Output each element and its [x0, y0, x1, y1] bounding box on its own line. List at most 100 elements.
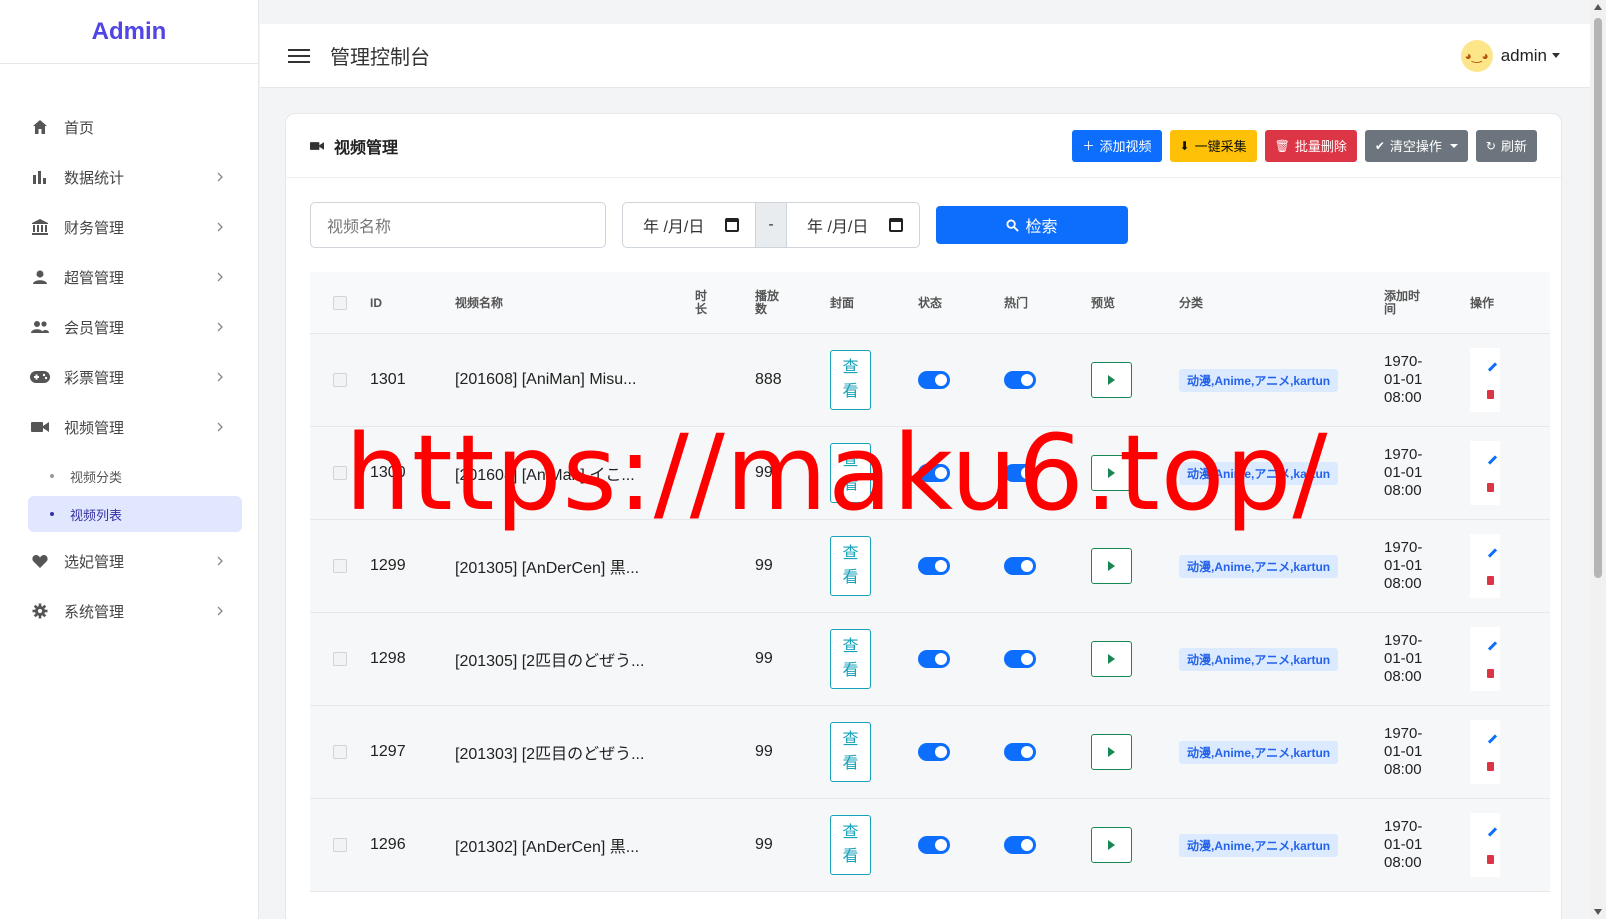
view-cover-button[interactable]: 查看: [830, 722, 871, 782]
hot-toggle[interactable]: [1004, 836, 1036, 854]
edit-icon[interactable]: [1487, 733, 1498, 744]
calendar-icon[interactable]: [889, 218, 903, 232]
sidebar-item-system[interactable]: 系统管理: [0, 586, 258, 636]
refresh-label: 刷新: [1500, 139, 1527, 154]
cell-hot: [1004, 371, 1091, 389]
refresh-icon: ↻: [1485, 138, 1496, 153]
status-toggle[interactable]: [918, 371, 950, 389]
edit-icon[interactable]: [1487, 640, 1498, 651]
delete-icon[interactable]: [1487, 482, 1494, 492]
sidebar-item-concubine[interactable]: 选妃管理: [0, 536, 258, 586]
category-badge: 动漫,Anime,アニメ,kartun: [1179, 368, 1339, 392]
edit-icon[interactable]: [1487, 454, 1498, 465]
search-button[interactable]: 检索: [936, 206, 1128, 244]
view-cover-button[interactable]: 查看: [830, 536, 871, 596]
select-all-checkbox[interactable]: [333, 295, 347, 310]
preview-button[interactable]: [1091, 362, 1132, 398]
end-date-input[interactable]: 年 /月/日: [787, 203, 919, 247]
sidebar-item-label: 首页: [64, 119, 95, 137]
cell-preview: [1091, 362, 1179, 398]
clear-operations-button[interactable]: ✔ 清空操作: [1364, 129, 1468, 162]
row-checkbox[interactable]: [333, 838, 347, 852]
menu-toggle-icon[interactable]: [288, 45, 310, 67]
play-icon: [1108, 561, 1115, 571]
row-checkbox[interactable]: [333, 373, 347, 387]
row-actions: [1470, 627, 1500, 691]
added-date: 1970-: [1384, 446, 1423, 463]
hot-toggle[interactable]: [1004, 557, 1036, 575]
cell-cover: 查看: [830, 629, 918, 689]
cell-preview: [1091, 827, 1179, 863]
search-icon: [1006, 218, 1020, 232]
cell-category: 动漫,Anime,アニメ,kartun: [1179, 554, 1384, 578]
delete-icon[interactable]: [1487, 761, 1494, 771]
cell-id: 1298: [370, 650, 406, 667]
row-actions: [1470, 441, 1500, 505]
start-date-input[interactable]: 年 /月/日: [623, 203, 755, 247]
added-time: 08:00: [1384, 668, 1422, 685]
row-checkbox[interactable]: [333, 745, 347, 759]
edit-icon[interactable]: [1487, 361, 1498, 372]
page-scrollbar[interactable]: [1590, 0, 1606, 919]
sidebar-item-stats[interactable]: 数据统计: [0, 152, 258, 202]
cell-name: [201305] [AnDerCen] 黒...: [455, 560, 640, 577]
cell-ops: [1470, 720, 1500, 784]
watermark-text: https://maku6.top/: [345, 412, 1329, 534]
hot-toggle[interactable]: [1004, 371, 1036, 389]
date-separator: -: [755, 203, 787, 247]
brand-logo[interactable]: Admin: [0, 0, 258, 64]
edit-icon[interactable]: [1487, 547, 1498, 558]
delete-icon[interactable]: [1487, 389, 1494, 399]
hot-toggle[interactable]: [1004, 650, 1036, 668]
preview-button[interactable]: [1091, 548, 1132, 584]
status-toggle[interactable]: [918, 836, 950, 854]
col-id[interactable]: ID: [370, 296, 455, 310]
sidebar-item-superadmin[interactable]: 超管管理: [0, 252, 258, 302]
preview-button[interactable]: [1091, 827, 1132, 863]
sidebar-item-members[interactable]: 会员管理: [0, 302, 258, 352]
view-cover-button[interactable]: 查看: [830, 350, 871, 410]
user-menu[interactable]: ◕‿◕ admin: [1460, 39, 1560, 72]
row-checkbox[interactable]: [333, 652, 347, 666]
preview-button[interactable]: [1091, 641, 1132, 677]
preview-button[interactable]: [1091, 734, 1132, 770]
sidebar-item-lottery[interactable]: 彩票管理: [0, 352, 258, 402]
sidebar-item-home[interactable]: 首页: [0, 102, 258, 152]
video-name-input[interactable]: 视频名称: [310, 202, 606, 248]
bullet-icon: [50, 474, 54, 478]
status-toggle[interactable]: [918, 557, 950, 575]
scroll-up-icon[interactable]: [1594, 4, 1602, 10]
sidebar-subitem-video-category[interactable]: 视频分类: [28, 458, 242, 494]
view-cover-label: 查: [842, 731, 859, 748]
date-range: 年 /月/日 - 年 /月/日: [622, 202, 920, 248]
batch-delete-button[interactable]: 🗑 批量删除: [1264, 129, 1357, 162]
delete-icon[interactable]: [1487, 854, 1494, 864]
cell-status: [918, 650, 1004, 668]
chevron-right-icon: [217, 172, 223, 182]
collect-button[interactable]: ⬇ 一键采集: [1169, 129, 1257, 162]
refresh-button[interactable]: ↻ 刷新: [1475, 129, 1537, 162]
cell-hot: [1004, 557, 1091, 575]
col-duration: 时长: [695, 289, 755, 316]
edit-icon[interactable]: [1487, 826, 1498, 837]
cell-ops: [1470, 534, 1500, 598]
cell-name: [201608] [AniMan] Misu...: [455, 371, 637, 388]
row-actions: [1470, 813, 1500, 877]
cell-added: 1970- 01-01 08:00: [1384, 539, 1470, 593]
row-checkbox[interactable]: [333, 559, 347, 573]
view-cover-button[interactable]: 查看: [830, 629, 871, 689]
add-video-button[interactable]: ＋ 添加视频: [1072, 129, 1162, 162]
hot-toggle[interactable]: [1004, 743, 1036, 761]
sidebar-subitem-video-list[interactable]: 视频列表: [28, 496, 242, 532]
scroll-thumb[interactable]: [1594, 18, 1602, 578]
scroll-down-icon[interactable]: [1594, 909, 1602, 915]
row-actions: [1470, 534, 1500, 598]
view-cover-button[interactable]: 查看: [830, 815, 871, 875]
delete-icon[interactable]: [1487, 575, 1494, 585]
status-toggle[interactable]: [918, 743, 950, 761]
status-toggle[interactable]: [918, 650, 950, 668]
delete-icon[interactable]: [1487, 668, 1494, 678]
sidebar-item-finance[interactable]: 财务管理: [0, 202, 258, 252]
sidebar-item-video[interactable]: 视频管理: [0, 402, 258, 452]
calendar-icon[interactable]: [725, 218, 739, 232]
